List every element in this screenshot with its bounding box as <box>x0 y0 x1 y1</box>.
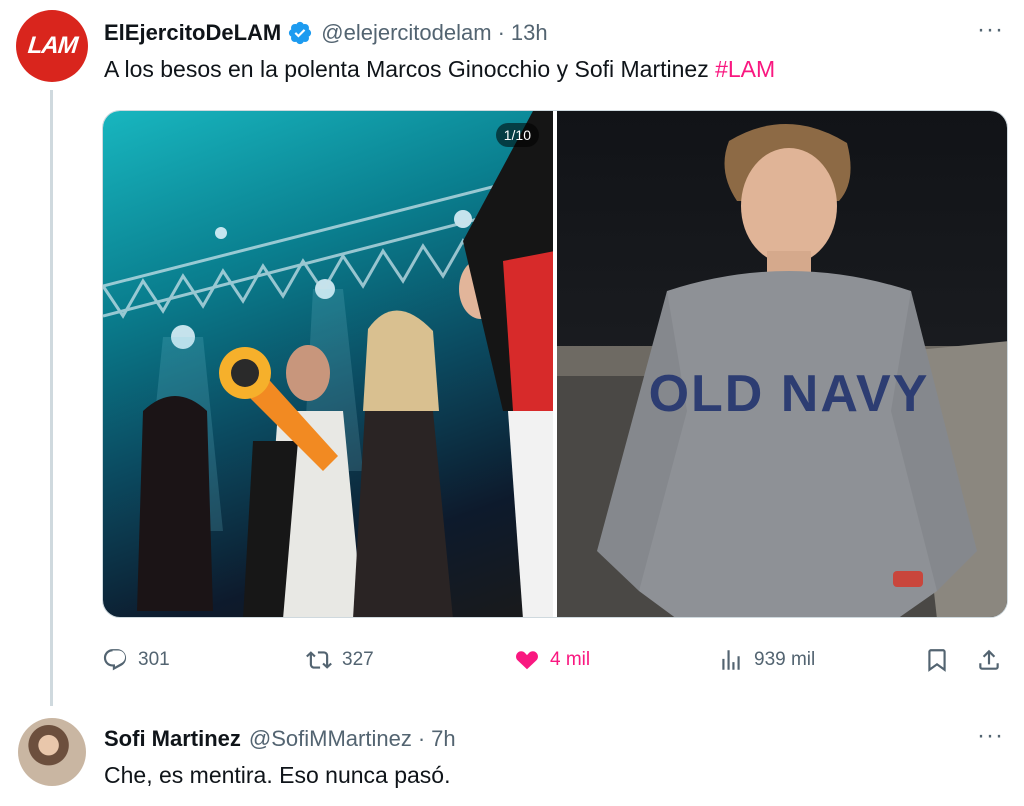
action-bar: 301 327 4 mil 939 mil <box>102 640 1008 680</box>
sweatshirt-text: OLD NAVY <box>649 365 930 423</box>
reply-header: Sofi Martinez @SofiMMartinez · 7h <box>104 724 456 754</box>
views-count: 939 mil <box>754 649 816 670</box>
retweet-icon <box>306 651 332 669</box>
heart-icon <box>516 651 538 670</box>
separator: · <box>497 20 505 45</box>
party-photo-illustration <box>103 111 553 617</box>
hashtag-link[interactable]: #LAM <box>715 56 775 82</box>
avatar-lam[interactable]: LAM <box>16 10 88 82</box>
reply-button[interactable]: 301 <box>102 640 170 680</box>
tweet-header: ElEjercitoDeLAM @elejercitodelam · 13h <box>104 18 548 48</box>
reply-display-name[interactable]: Sofi Martinez <box>104 726 241 752</box>
reply-timestamp[interactable]: 7h <box>431 726 455 752</box>
timestamp[interactable]: 13h <box>511 20 548 46</box>
retweet-count: 327 <box>342 649 374 670</box>
tweet-body: A los besos en la polenta Marcos Ginocch… <box>104 56 716 82</box>
like-button[interactable]: 4 mil <box>514 640 590 680</box>
thread-connector-line <box>50 90 53 706</box>
display-name[interactable]: ElEjercitoDeLAM <box>104 20 281 46</box>
avatar-sofi[interactable] <box>18 718 86 786</box>
reply-text: Che, es mentira. Eso nunca pasó. <box>104 762 451 788</box>
views-button[interactable]: 939 mil <box>718 640 815 680</box>
bookmark-icon <box>928 649 946 672</box>
portrait-photo[interactable]: OLD NAVY <box>557 111 1007 617</box>
reply-more-icon[interactable]: ··· <box>977 724 1004 748</box>
share-icon <box>979 649 999 670</box>
portrait-photo-illustration: OLD NAVY <box>557 123 1007 617</box>
tweet-text: A los besos en la polenta Marcos Ginocch… <box>104 56 775 83</box>
bookmark-button[interactable] <box>924 640 960 680</box>
handle[interactable]: @elejercitodelam <box>321 20 491 46</box>
party-photo[interactable]: 1/10 <box>103 111 553 617</box>
share-button[interactable] <box>976 640 1012 680</box>
verified-badge-icon <box>287 20 313 46</box>
media-grid: 1/10 OLD NAVY <box>102 110 1008 618</box>
reply-separator: · <box>417 726 426 751</box>
reply-tweet[interactable]: Sofi Martinez @SofiMMartinez · 7h ··· Ch… <box>0 712 1024 806</box>
reply-icon <box>103 649 127 671</box>
more-icon[interactable]: ··· <box>977 18 1004 42</box>
avatar-logo-text: LAM <box>26 32 78 59</box>
like-count: 4 mil <box>550 649 591 670</box>
views-icon <box>722 650 740 670</box>
media-counter: 1/10 <box>495 123 539 147</box>
reply-handle[interactable]: @SofiMMartinez <box>249 726 412 752</box>
reply-count: 301 <box>138 649 170 670</box>
retweet-button[interactable]: 327 <box>306 640 374 680</box>
main-tweet[interactable]: LAM ElEjercitoDeLAM @elejercitodelam · 1… <box>0 0 1024 710</box>
